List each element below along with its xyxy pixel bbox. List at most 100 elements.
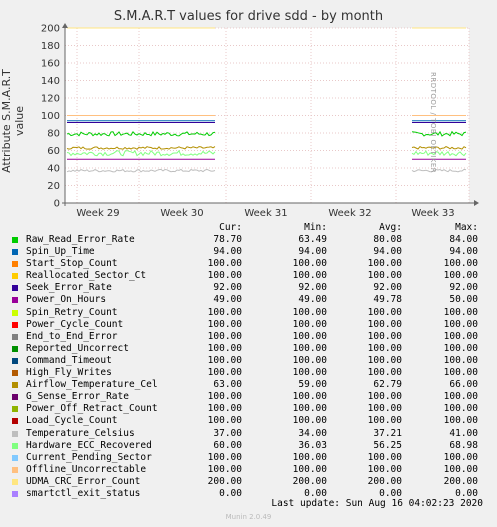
legend-max: 50.00 <box>449 294 478 306</box>
y-tick-label: 120 <box>41 94 60 105</box>
legend-swatch <box>12 466 18 473</box>
legend-min: 36.03 <box>298 439 327 451</box>
legend-avg: 100.00 <box>367 306 402 318</box>
col-max-header: Max: <box>455 222 478 233</box>
legend-min: 49.00 <box>298 294 327 306</box>
legend-item: Reallocated_Sector_Ct 100.00 100.00 100.00 1… <box>12 270 482 282</box>
legend-label: G_Sense_Error_Rate <box>26 391 129 403</box>
legend: Cur: Min: Avg: Max: Raw_Read_Error_Rate 7… <box>12 222 482 500</box>
legend-item: Temperature_Celsius 37.00 34.00 37.21 41.00 <box>12 428 482 440</box>
legend-max: 66.00 <box>449 379 478 391</box>
legend-swatch <box>12 309 18 316</box>
legend-label: Power_Off_Retract_Count <box>26 403 158 415</box>
legend-min: 100.00 <box>292 330 327 342</box>
legend-avg: 80.08 <box>373 234 402 245</box>
legend-label: High_Fly_Writes <box>26 367 112 379</box>
legend-item: Raw_Read_Error_Rate 78.70 63.49 80.08 84.00 <box>12 234 482 246</box>
legend-label: Command_Timeout <box>26 354 112 366</box>
legend-avg: 49.78 <box>373 294 402 306</box>
legend-label: Raw_Read_Error_Rate <box>26 234 135 245</box>
legend-avg: 100.00 <box>367 415 402 427</box>
y-tick-label: 140 <box>41 76 60 87</box>
legend-min: 100.00 <box>292 270 327 282</box>
legend-cur: 100.00 <box>207 463 242 475</box>
legend-max: 94.00 <box>449 246 478 258</box>
legend-max: 92.00 <box>449 282 478 294</box>
legend-cur: 78.70 <box>213 234 242 245</box>
legend-swatch <box>12 297 18 304</box>
legend-min: 59.00 <box>298 379 327 391</box>
legend-min: 92.00 <box>298 282 327 294</box>
legend-cur: 100.00 <box>207 403 242 415</box>
legend-swatch <box>12 406 18 413</box>
legend-label: Hardware_ECC_Recovered <box>26 439 152 451</box>
legend-label: Temperature_Celsius <box>26 427 135 439</box>
legend-rows: Raw_Read_Error_Rate 78.70 63.49 80.08 84.00 S… <box>12 234 482 500</box>
legend-cur: 100.00 <box>207 415 242 427</box>
y-tick-label: 100 <box>41 111 60 122</box>
legend-max: 41.00 <box>449 427 478 439</box>
y-tick-label: 80 <box>47 129 60 140</box>
legend-swatch <box>12 418 18 425</box>
legend-label: Power_On_Hours <box>26 294 107 306</box>
legend-label: UDMA_CRC_Error_Count <box>26 475 141 487</box>
legend-cur: 60.00 <box>213 439 242 451</box>
legend-label: Offline_Uncorrectable <box>26 463 147 475</box>
legend-cur: 92.00 <box>213 282 242 294</box>
legend-swatch <box>12 237 18 243</box>
x-tick-label: Week 33 <box>411 208 454 219</box>
legend-swatch <box>12 454 18 461</box>
legend-cur: 94.00 <box>213 246 242 258</box>
legend-item: Power_On_Hours 49.00 49.00 49.78 50.00 <box>12 294 482 306</box>
legend-item: Power_Off_Retract_Count 100.00 100.00 100.0… <box>12 403 482 415</box>
legend-cur: 100.00 <box>207 306 242 318</box>
y-tick-label: 200 <box>41 24 60 35</box>
legend-label: Load_Cycle_Count <box>26 415 118 427</box>
x-tick-label: Week 30 <box>160 208 203 219</box>
legend-avg: 100.00 <box>367 367 402 379</box>
legend-swatch <box>12 490 18 497</box>
legend-cur: 0.00 <box>219 487 242 499</box>
col-cur-header: Cur: <box>219 222 242 233</box>
legend-label: Current_Pending_Sector <box>26 451 152 463</box>
legend-avg: 62.79 <box>373 379 402 391</box>
legend-avg: 100.00 <box>367 403 402 415</box>
x-tick-label: Week 32 <box>328 208 371 219</box>
legend-swatch <box>12 249 18 256</box>
legend-label: Spin_Up_Time <box>26 246 95 258</box>
legend-avg: 92.00 <box>373 282 402 294</box>
legend-cur: 100.00 <box>207 451 242 463</box>
legend-avg: 37.21 <box>373 427 402 439</box>
legend-cur: 100.00 <box>207 354 242 366</box>
legend-min: 100.00 <box>292 342 327 354</box>
y-tick-label: 160 <box>41 59 60 70</box>
y-tick-label: 20 <box>47 181 60 192</box>
legend-max: 68.98 <box>449 439 478 451</box>
legend-avg: 100.00 <box>367 342 402 354</box>
legend-item: Current_Pending_Sector 100.00 100.00 100.00… <box>12 452 482 464</box>
legend-item: Spin_Up_Time 94.00 94.00 94.00 94.00 <box>12 246 482 258</box>
legend-max: 100.00 <box>443 415 478 427</box>
legend-label: Spin_Retry_Count <box>26 306 118 318</box>
legend-item: End_to_End_Error 100.00 100.00 100.00 100.00 <box>12 331 482 343</box>
legend-item: UDMA_CRC_Error_Count 200.00 200.00 200.00 20… <box>12 476 482 488</box>
legend-min: 100.00 <box>292 318 327 330</box>
legend-item: Airflow_Temperature_Cel 63.00 59.00 62.79 66… <box>12 379 482 391</box>
legend-avg: 94.00 <box>373 246 402 258</box>
legend-label: smartctl_exit_status <box>26 487 141 499</box>
legend-min: 100.00 <box>292 367 327 379</box>
legend-min: 94.00 <box>298 246 327 258</box>
legend-swatch <box>12 382 18 389</box>
rrdtool-credit: RRDTOOL / TOBI OETIKER <box>429 72 437 174</box>
legend-cur: 100.00 <box>207 330 242 342</box>
legend-min: 100.00 <box>292 451 327 463</box>
y-tick-label: 60 <box>47 146 60 157</box>
legend-min: 63.49 <box>298 234 327 245</box>
legend-item: High_Fly_Writes 100.00 100.00 100.00 100.00 <box>12 367 482 379</box>
legend-cur: 63.00 <box>213 379 242 391</box>
legend-min: 34.00 <box>298 427 327 439</box>
legend-max: 100.00 <box>443 463 478 475</box>
y-axis-label: Attribute S.M.A.R.T value <box>0 69 26 173</box>
legend-avg: 100.00 <box>367 270 402 282</box>
legend-min: 100.00 <box>292 354 327 366</box>
